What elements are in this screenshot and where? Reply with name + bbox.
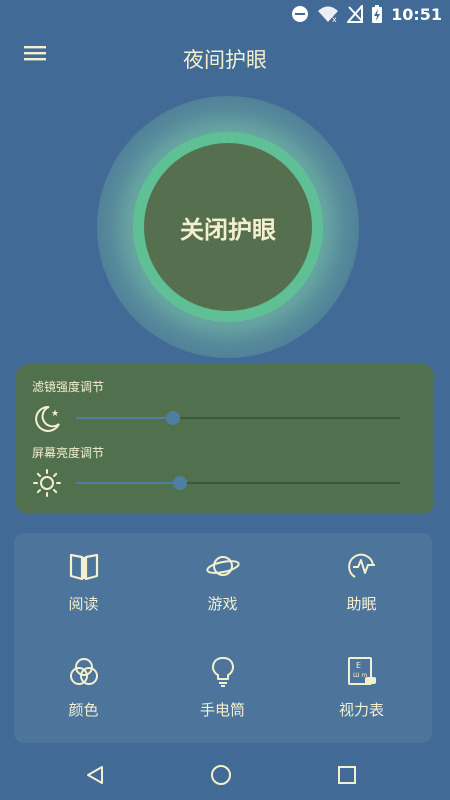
brightness-slider-fill [76,482,180,484]
status-bar: x 10:51 [0,0,450,32]
tile-label: 视力表 [338,701,384,719]
filter-strength-label: 滤镜强度调节 [32,380,105,394]
eye-protection-toggle-button[interactable]: 关闭护眼 [144,143,312,311]
sun-icon [33,469,61,497]
tile-label: 助眠 [346,595,377,613]
book-icon [69,553,98,581]
home-icon[interactable] [209,763,233,787]
tile-color[interactable]: 颜色 [14,639,153,739]
status-icons: x 10:51 [291,4,442,24]
tile-label: 阅读 [68,595,99,613]
svg-text:★: ★ [51,409,59,419]
filter-slider-thumb[interactable] [166,411,180,425]
eye-chart-icon: E Ш m [347,657,376,685]
slider-panel: 滤镜强度调节 ★ 屏幕亮度调节 [16,364,434,514]
svg-text:Ш m: Ш m [353,672,367,679]
lightbulb-icon [211,656,234,687]
planet-icon [205,556,240,576]
svg-text:E: E [356,661,361,670]
no-signal-icon [347,5,364,23]
moon-icon: ★ [35,405,60,432]
battery-charging-icon [372,5,383,23]
brightness-slider-thumb[interactable] [173,476,187,490]
page-title: 夜间护眼 [183,48,267,72]
navigation-bar [0,752,450,800]
tile-label: 游戏 [207,595,238,613]
tile-eye-chart[interactable]: E Ш m 视力表 [292,639,431,739]
recent-apps-icon[interactable] [336,764,358,786]
filter-slider-fill [76,417,173,419]
feature-grid: 阅读 游戏 助眠 颜色 手电筒 E Ш m 视力表 [14,533,432,743]
tile-reading[interactable]: 阅读 [14,533,153,633]
back-icon[interactable] [84,764,106,786]
screen-brightness-slider[interactable] [76,476,400,490]
tile-flashlight[interactable]: 手电筒 [153,639,292,739]
color-circles-icon [69,658,98,685]
screen-brightness-label: 屏幕亮度调节 [32,446,105,460]
status-time: 10:51 [391,4,442,24]
sleep-icon [347,553,375,578]
tile-game[interactable]: 游戏 [153,533,292,633]
tile-label: 颜色 [68,701,99,719]
do-not-disturb-icon [292,6,309,22]
tile-label: 手电筒 [199,701,245,719]
filter-strength-slider[interactable] [76,411,400,425]
svg-text:x: x [332,15,337,23]
tile-sleep[interactable]: 助眠 [292,533,431,633]
wifi-icon: x [318,6,339,23]
